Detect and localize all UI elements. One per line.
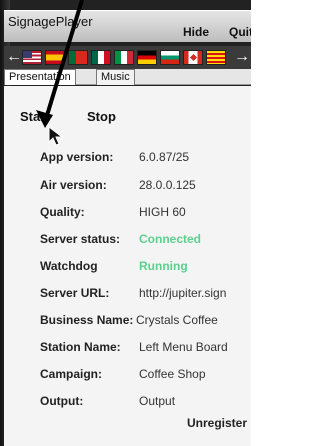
start-button[interactable]: Start xyxy=(20,109,50,124)
quality-value: HIGH 60 xyxy=(139,205,186,219)
flag-italy-icon[interactable] xyxy=(114,50,134,65)
server-url-value: http://jupiter.sign xyxy=(139,286,227,300)
app-version-label: App version: xyxy=(40,150,114,164)
language-flag-bar: ← → xyxy=(4,46,251,70)
tab-music[interactable]: Music xyxy=(96,69,135,85)
arrow-right-icon[interactable]: → xyxy=(234,48,250,66)
station-name-value: Left Menu Board xyxy=(139,340,228,354)
flag-catalonia-icon[interactable] xyxy=(206,50,226,65)
flag-usa-icon[interactable] xyxy=(22,50,42,65)
air-version-value: 28.0.0.125 xyxy=(139,178,196,192)
business-name-label: Business Name: xyxy=(40,313,134,327)
title-bar: SignagePlayer Hide Quit xyxy=(4,10,251,42)
flag-spain-icon[interactable] xyxy=(45,50,65,65)
flag-bulgaria-icon[interactable] xyxy=(160,50,180,65)
output-value: Output xyxy=(139,394,176,408)
business-name-value: Crystals Coffee xyxy=(136,313,218,327)
flag-germany-icon[interactable] xyxy=(137,50,157,65)
output-label: Output: xyxy=(40,394,84,408)
station-name-label: Station Name: xyxy=(40,340,121,354)
app-title: SignagePlayer xyxy=(8,14,93,29)
presentation-panel: Start Stop App version: 6.0.87/25 Air ve… xyxy=(4,86,251,446)
quality-label: Quality: xyxy=(40,205,85,219)
unregister-button[interactable]: Unregister xyxy=(187,416,247,430)
server-url-label: Server URL: xyxy=(40,286,110,300)
flag-canada-icon[interactable] xyxy=(183,50,203,65)
hide-button[interactable]: Hide xyxy=(183,25,209,39)
quit-button[interactable]: Quit xyxy=(229,25,251,39)
stop-button[interactable]: Stop xyxy=(87,109,116,124)
arrow-left-icon[interactable]: ← xyxy=(6,48,22,66)
flag-mexico-icon[interactable] xyxy=(91,50,111,65)
flag-portugal-icon[interactable] xyxy=(68,50,88,65)
tab-bar: Presentation Music xyxy=(4,69,251,85)
campaign-label: Campaign: xyxy=(40,367,103,381)
campaign-value: Coffee Shop xyxy=(139,367,206,381)
mouse-cursor-icon xyxy=(48,126,64,146)
watchdog-label: Watchdog xyxy=(40,259,98,273)
tab-presentation[interactable]: Presentation xyxy=(4,69,76,85)
app-version-value: 6.0.87/25 xyxy=(139,150,190,164)
watchdog-value: Running xyxy=(139,259,188,273)
server-status-label: Server status: xyxy=(40,232,121,246)
server-status-value: Connected xyxy=(139,232,202,246)
air-version-label: Air version: xyxy=(40,178,107,192)
device-frame: SignagePlayer Hide Quit ← → Presentation… xyxy=(0,0,251,446)
